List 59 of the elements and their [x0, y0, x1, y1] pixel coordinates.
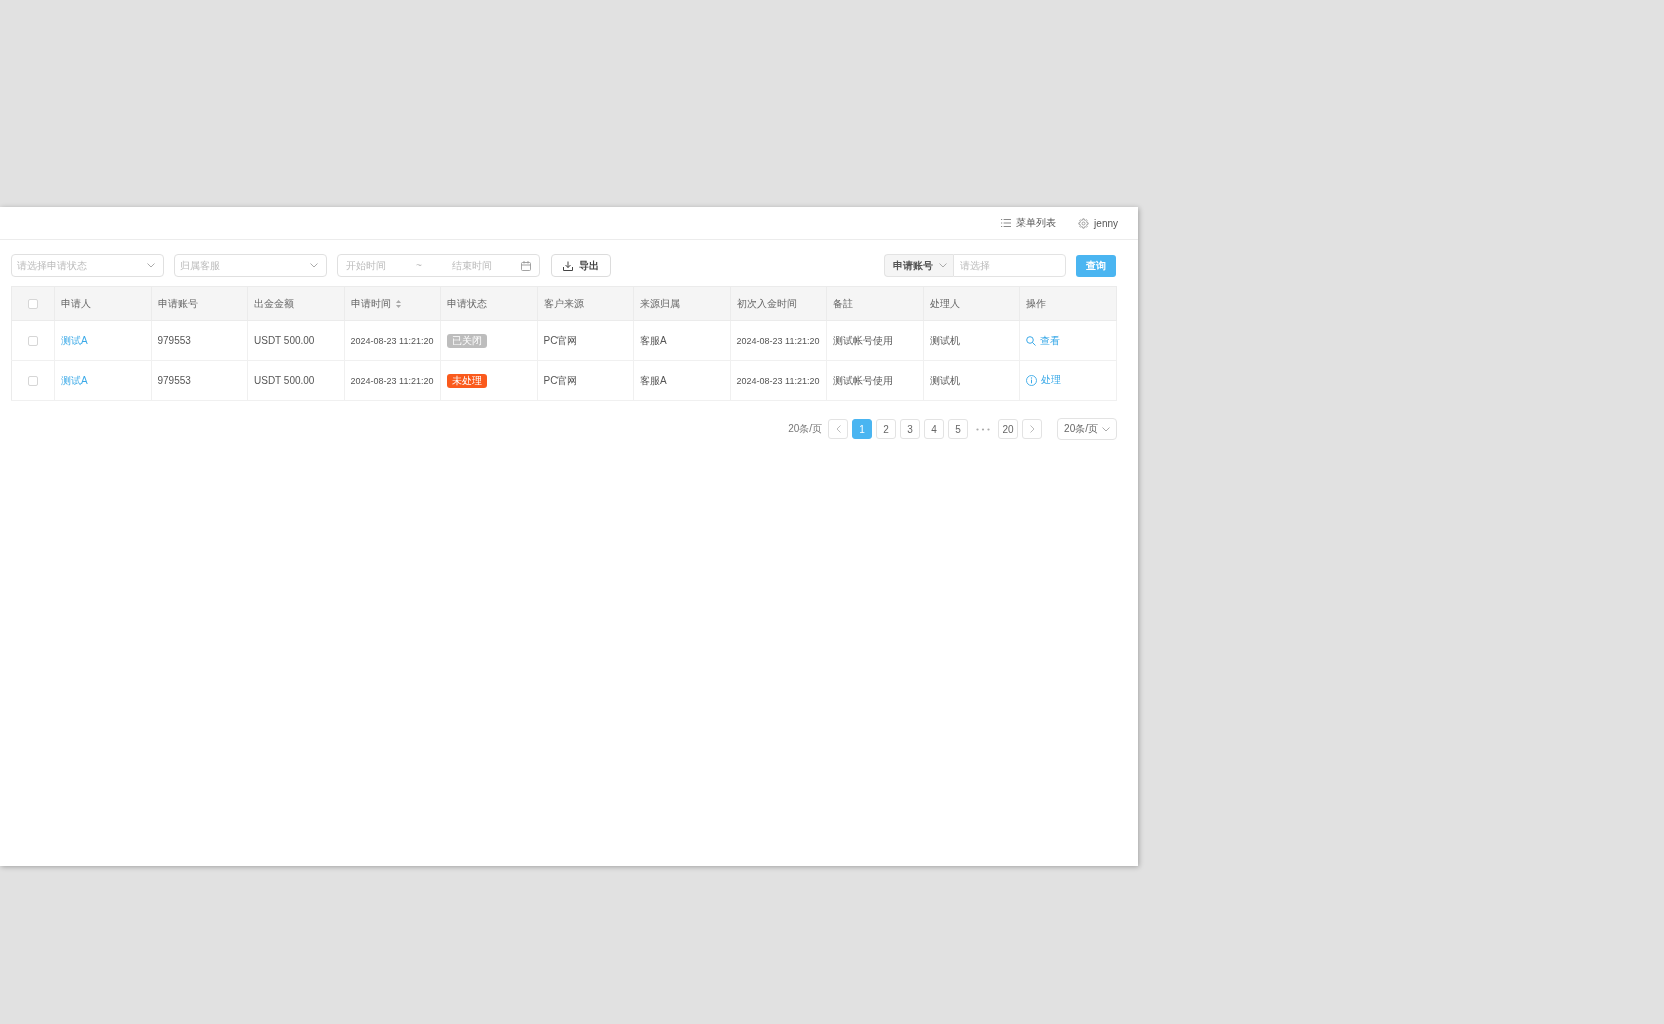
table-cell: 2024-08-23 11:21:20 — [344, 360, 441, 401]
account-input[interactable]: 请选择 — [953, 254, 1066, 277]
chevron-down-icon — [147, 263, 155, 268]
status-tag: 未处理 — [447, 373, 487, 388]
chevron-down-icon — [310, 263, 318, 268]
table-cell: 测试机 — [923, 360, 1020, 401]
previous-page-button[interactable] — [828, 419, 849, 439]
checkbox[interactable] — [28, 299, 38, 310]
table-cell: 2024-08-23 11:21:20 — [344, 320, 441, 361]
search-icon — [1026, 335, 1036, 346]
checkbox[interactable] — [28, 376, 38, 387]
next-page-button[interactable] — [1022, 419, 1043, 439]
table-cell: 979553 — [151, 320, 248, 361]
account-type-select[interactable]: 申请账号 — [884, 254, 953, 277]
table-cell: PC官网 — [537, 360, 634, 401]
table-cell: 客服A — [633, 320, 730, 361]
chevron-left-icon — [835, 425, 841, 433]
chevron-down-icon — [1102, 426, 1110, 432]
table-cell: 测试帐号使用 — [826, 320, 923, 361]
page-button[interactable]: 3 — [900, 419, 921, 439]
column-header: 来源归属 — [640, 296, 680, 311]
sort-icon — [395, 299, 401, 308]
table-cell: 测试帐号使用 — [826, 360, 923, 401]
ellipsis-icon[interactable] — [976, 427, 991, 431]
column-header: 操作 — [1026, 296, 1046, 311]
table-cell: 2024-08-23 11:21:20 — [730, 360, 827, 401]
status-tag: 已关闭 — [447, 333, 487, 348]
download-icon — [563, 260, 573, 271]
page-size-text: 20条/页 — [788, 422, 823, 436]
page-button[interactable]: 20 — [998, 419, 1019, 439]
table-cell: PC官网 — [537, 320, 634, 361]
chevron-right-icon — [1029, 425, 1035, 433]
table-cell: 测试机 — [923, 320, 1020, 361]
column-header: 申请人 — [61, 296, 91, 311]
gear-icon — [1078, 217, 1090, 229]
calendar-icon — [521, 260, 531, 271]
page-button[interactable]: 4 — [924, 419, 945, 439]
column-header: 备註 — [833, 296, 853, 311]
column-header: 客户来源 — [543, 296, 584, 311]
user-menu-button[interactable]: jenny — [1078, 217, 1118, 229]
table-cell: USDT 500.00 — [247, 320, 344, 361]
column-header: 出金金额 — [254, 296, 294, 311]
table-cell: 客服A — [633, 360, 730, 401]
page-button[interactable]: 2 — [876, 419, 897, 439]
column-header: 初次入金时间 — [736, 296, 797, 311]
menu-icon — [1001, 219, 1012, 227]
table-cell: USDT 500.00 — [247, 360, 344, 401]
column-header: 申请状态 — [447, 296, 487, 311]
column-header: 处理人 — [929, 296, 960, 311]
checkbox[interactable] — [28, 336, 38, 347]
table-cell: 979553 — [151, 360, 248, 401]
info-icon — [1026, 374, 1037, 386]
page-button[interactable]: 5 — [948, 419, 969, 439]
chevron-down-icon — [939, 263, 947, 268]
table-cell: 2024-08-23 11:21:20 — [730, 320, 827, 361]
column-header: 申请账号 — [157, 296, 198, 311]
page-size-select[interactable]: 20条/页 — [1057, 418, 1117, 440]
export-button[interactable]: 导出 — [551, 254, 611, 277]
menu-list-button[interactable]: 菜单列表 — [1001, 216, 1057, 230]
